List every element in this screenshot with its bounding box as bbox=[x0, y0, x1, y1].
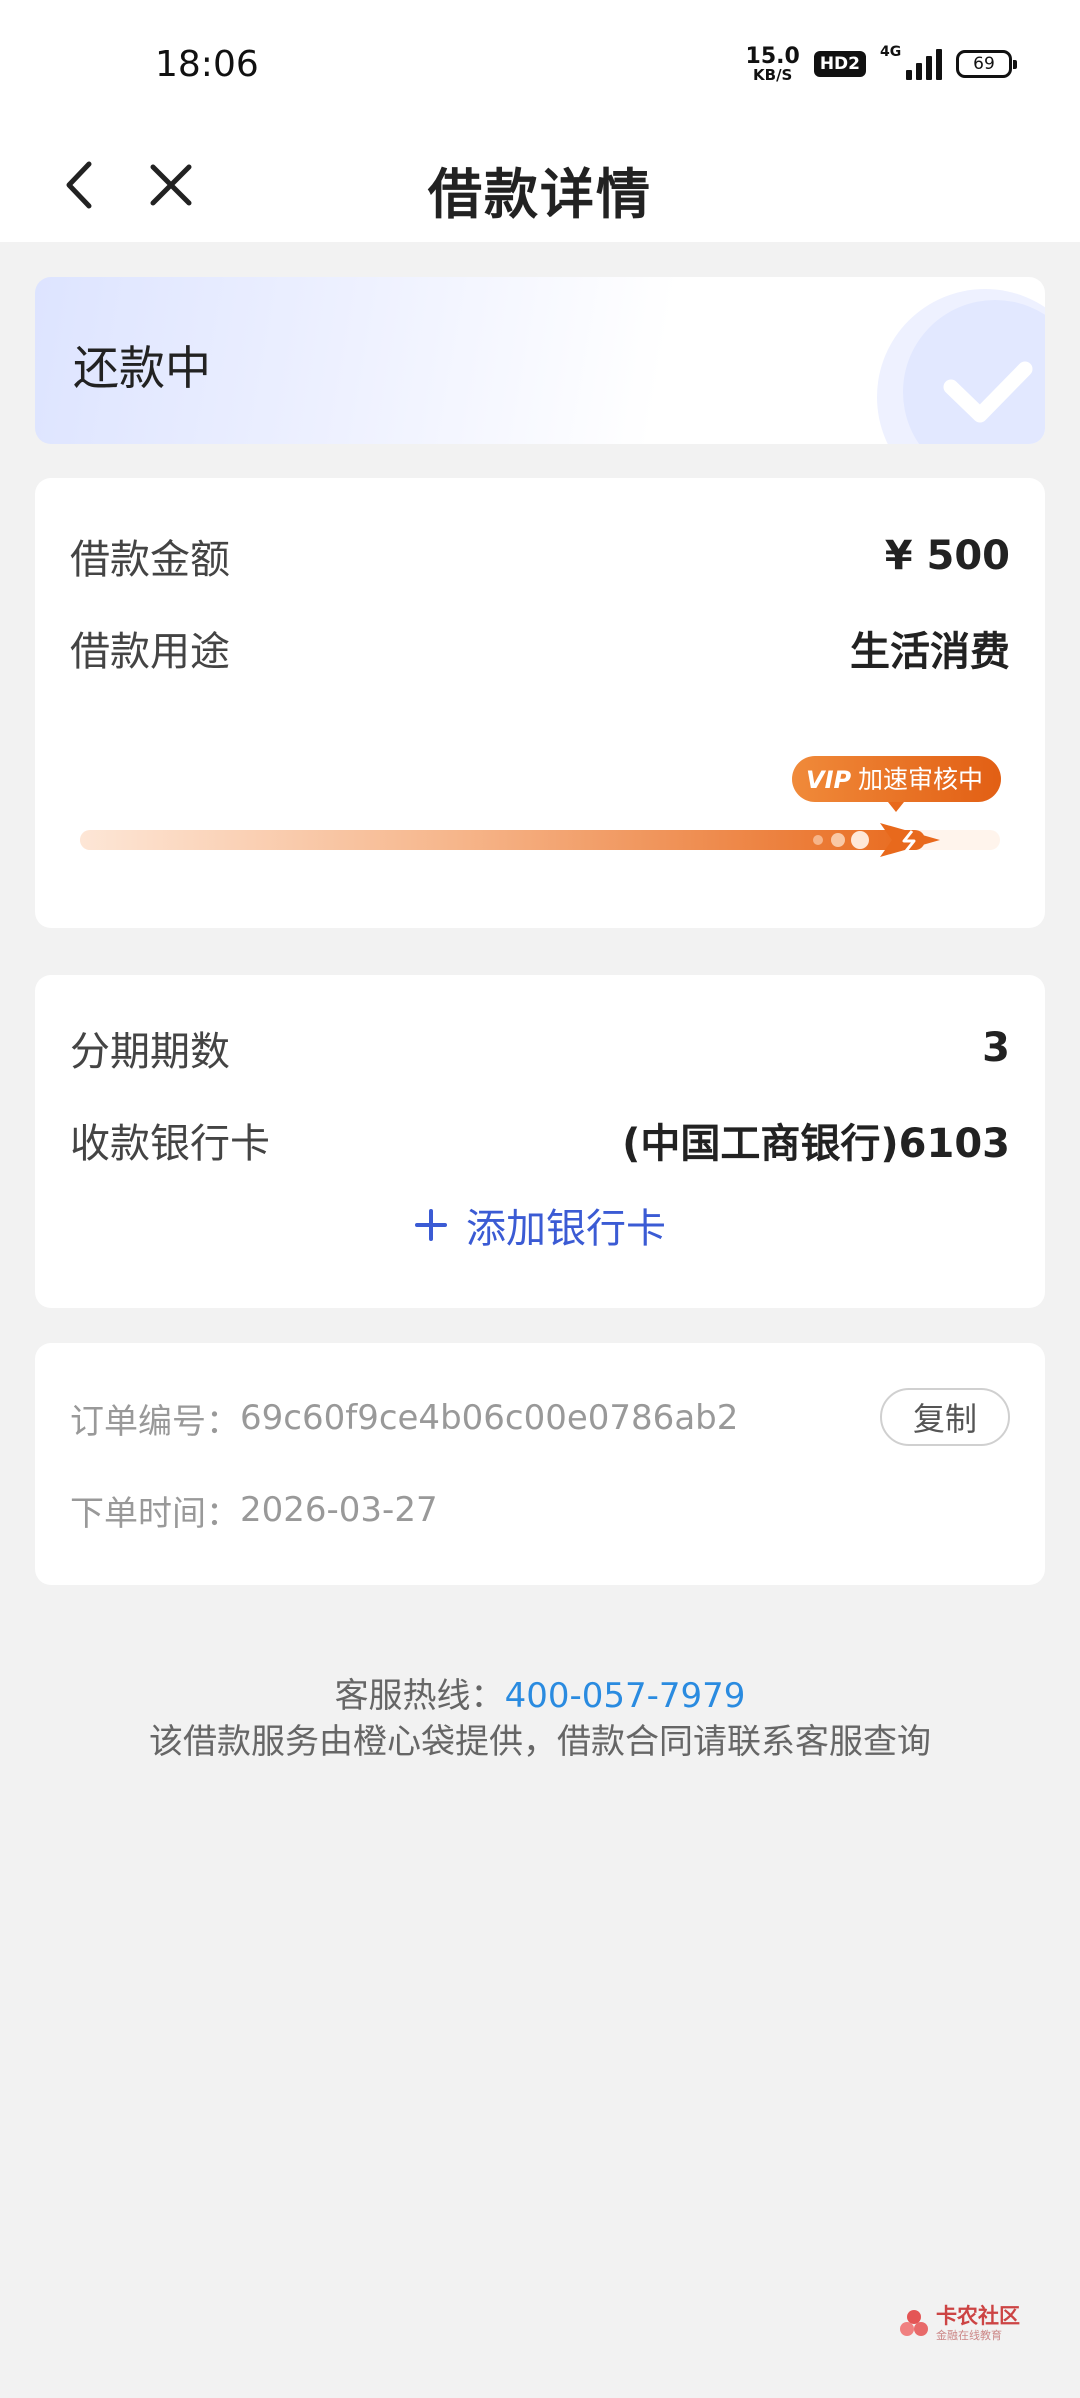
service-note: 该借款服务由橙心袋提供，借款合同请联系客服查询 bbox=[149, 1722, 931, 1762]
nav-bar: 借款详情 bbox=[0, 130, 1080, 242]
bank-card-value: (中国工商银行)6103 bbox=[622, 1121, 1010, 1167]
signal-icon: 4G bbox=[880, 44, 942, 82]
hotline-label: 客服热线： bbox=[334, 1676, 505, 1716]
loan-purpose-value: 生活消费 bbox=[850, 629, 1010, 675]
network-type: 4G bbox=[880, 44, 902, 60]
add-bank-card-label: 添加银行卡 bbox=[466, 1206, 666, 1252]
loan-info-card: 借款金额 ¥ 500 借款用途 生活消费 VIP 加速审核中 bbox=[35, 478, 1045, 928]
footer: 客服热线：400-057-7979 该借款服务由橙心袋提供，借款合同请联系客服查… bbox=[0, 1673, 1080, 1765]
hotline-number-link[interactable]: 400-057-7979 bbox=[505, 1676, 746, 1716]
hd-voice-icon: HD2 bbox=[813, 51, 866, 77]
order-time-label: 下单时间： bbox=[70, 1493, 240, 1534]
hotline-line: 客服热线：400-057-7979 bbox=[0, 1673, 1080, 1719]
plus-icon bbox=[415, 1209, 447, 1241]
status-bar: 18:06 15.0 KB/S HD2 4G 69 bbox=[0, 0, 1080, 130]
bank-card-row: 收款银行卡 (中国工商银行)6103 bbox=[70, 1110, 1010, 1170]
installment-periods-row: 分期期数 3 bbox=[70, 1018, 1010, 1078]
order-info-card: 订单编号： 69c60f9ce4b06c00e0786ab2 复制 下单时间： … bbox=[35, 1343, 1045, 1585]
bank-card-label: 收款银行卡 bbox=[70, 1121, 270, 1167]
battery-level: 69 bbox=[973, 54, 995, 74]
order-number-label: 订单编号： bbox=[70, 1401, 240, 1442]
loan-status-text: 还款中 bbox=[73, 341, 211, 395]
net-speed: 15.0 KB/S bbox=[745, 43, 800, 84]
vip-badge-brand: VIP bbox=[806, 766, 852, 794]
order-time-row: 下单时间： 2026-03-27 bbox=[70, 1480, 1010, 1540]
loan-purpose-row: 借款用途 生活消费 bbox=[70, 618, 1010, 678]
review-progress-bar bbox=[80, 823, 1000, 857]
net-speed-value: 15.0 bbox=[745, 43, 800, 69]
loan-amount-row: 借款金额 ¥ 500 bbox=[70, 526, 1010, 586]
order-number-row: 订单编号： 69c60f9ce4b06c00e0786ab2 bbox=[70, 1388, 845, 1448]
installment-periods-value: 3 bbox=[982, 1025, 1010, 1071]
watermark-title: 卡农社区 bbox=[936, 2304, 1020, 2328]
loan-status-card: 还款中 bbox=[35, 277, 1045, 444]
watermark-subtitle: 金融在线教育 bbox=[936, 2329, 1002, 2342]
loan-amount-value: ¥ 500 bbox=[884, 533, 1010, 579]
status-time: 18:06 bbox=[155, 44, 259, 85]
net-speed-unit: KB/S bbox=[753, 65, 793, 84]
add-bank-card-button[interactable]: 添加银行卡 bbox=[35, 1195, 1045, 1255]
loan-amount-label: 借款金额 bbox=[70, 537, 230, 583]
check-circle-icon bbox=[877, 289, 1045, 444]
order-time-value: 2026-03-27 bbox=[240, 1490, 438, 1530]
installment-periods-label: 分期期数 bbox=[70, 1029, 230, 1075]
watermark-logo-icon bbox=[900, 2309, 928, 2336]
watermark: 卡农社区 金融在线教育 bbox=[898, 2306, 1020, 2341]
installment-card: 分期期数 3 收款银行卡 (中国工商银行)6103 添加银行卡 bbox=[35, 975, 1045, 1308]
vip-badge-text: 加速审核中 bbox=[858, 765, 983, 794]
page-title: 借款详情 bbox=[428, 163, 652, 226]
status-icons: 15.0 KB/S HD2 4G 69 bbox=[745, 43, 1017, 84]
order-number-value: 69c60f9ce4b06c00e0786ab2 bbox=[240, 1398, 739, 1438]
loan-purpose-label: 借款用途 bbox=[70, 629, 230, 675]
battery-icon: 69 bbox=[956, 50, 1017, 78]
copy-button[interactable]: 复制 bbox=[880, 1388, 1010, 1446]
vip-review-badge: VIP 加速审核中 bbox=[792, 756, 1001, 812]
